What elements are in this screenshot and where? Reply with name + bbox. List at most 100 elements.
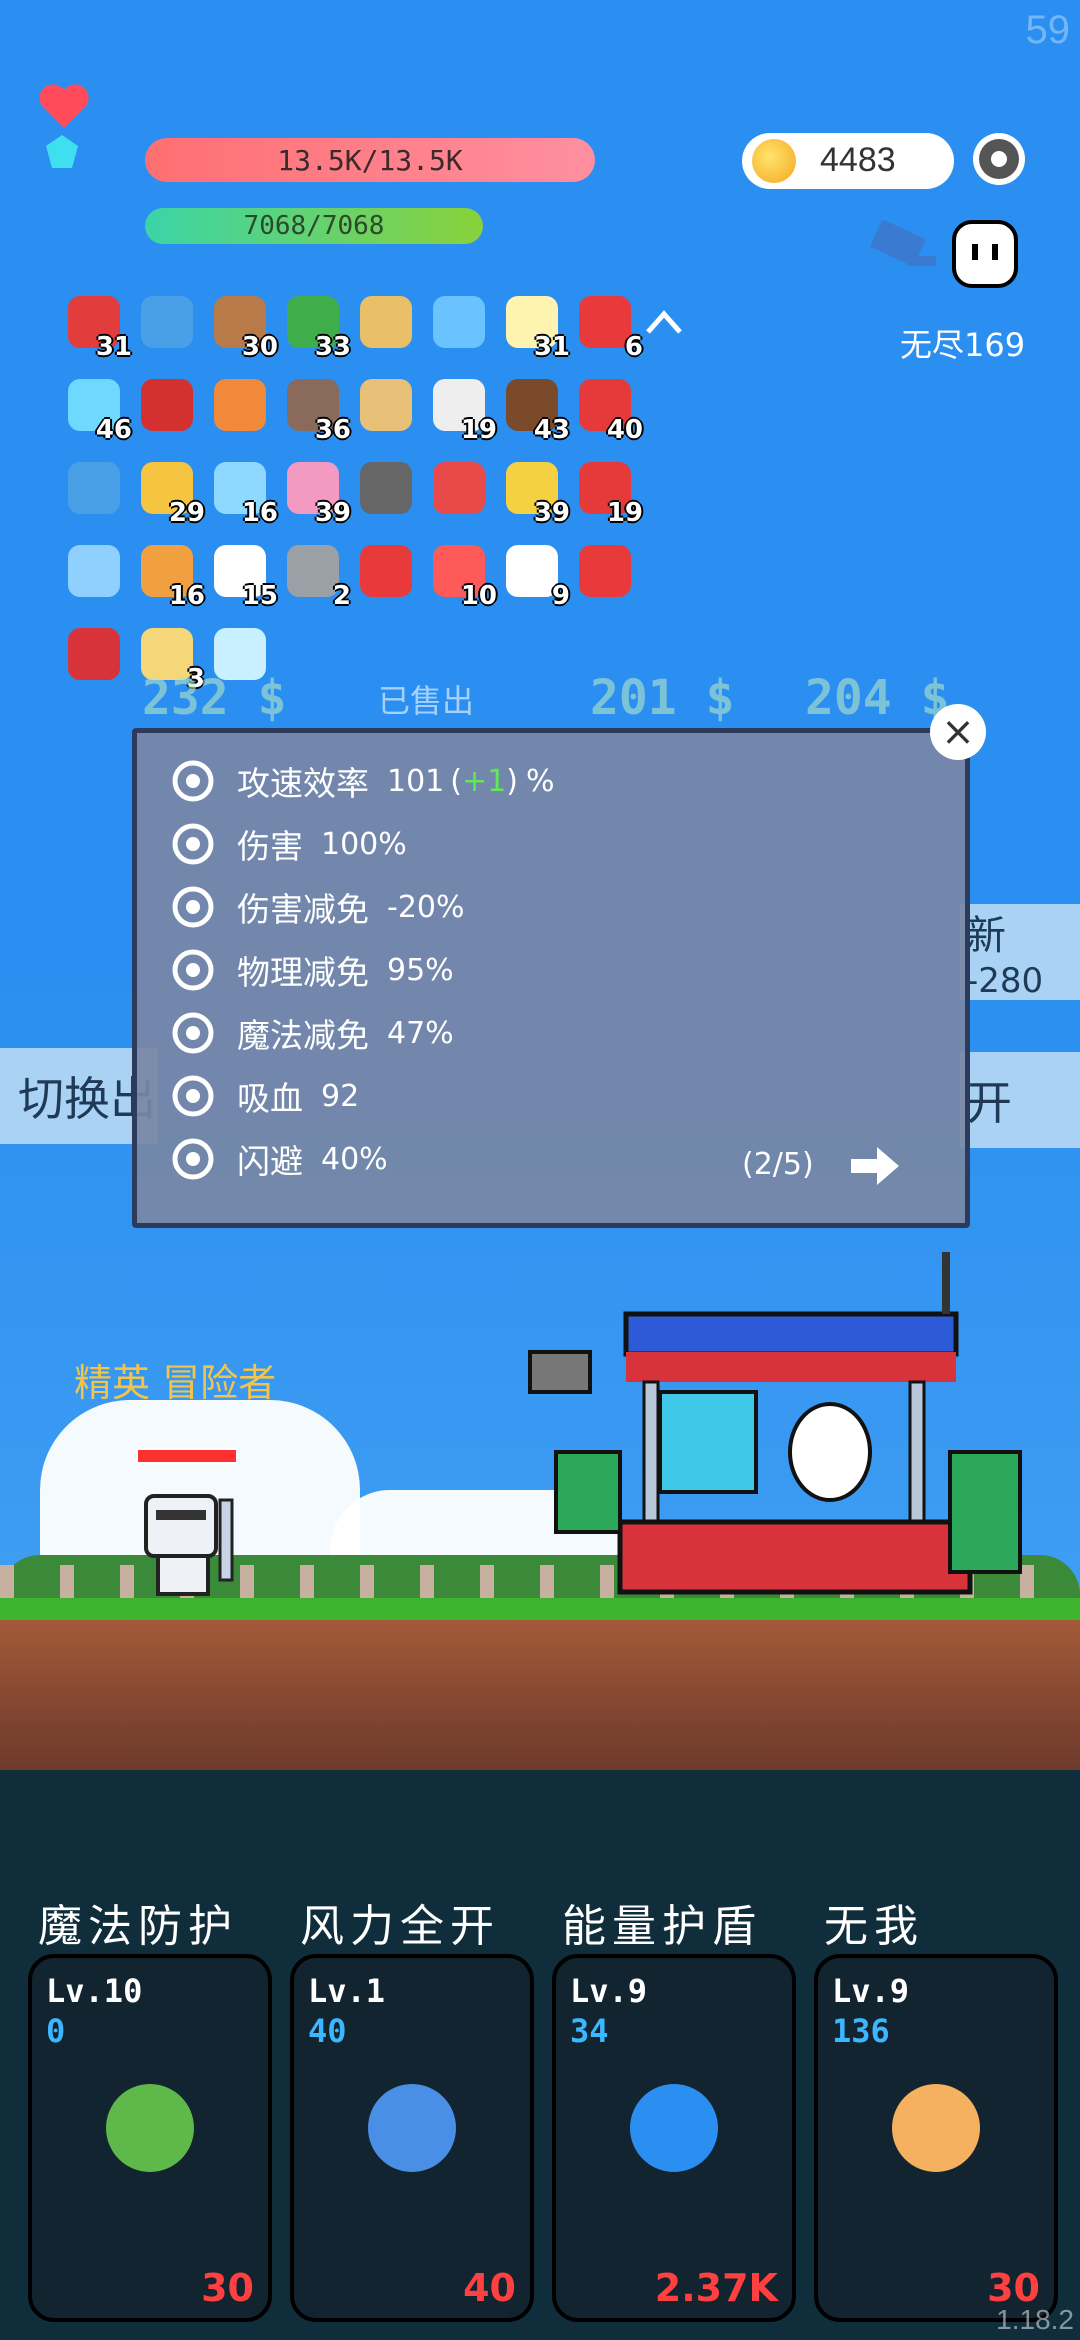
stat-row: 吸血 92: [167, 1068, 359, 1124]
skill-card[interactable]: Lv.9 136 30: [814, 1954, 1058, 2322]
open-button[interactable]: 开: [960, 1052, 1080, 1148]
item-count: 33: [314, 332, 351, 362]
shop-price-2: 201 $: [590, 670, 735, 726]
treasure-map-item[interactable]: [354, 290, 418, 354]
fps-counter: 59: [1025, 8, 1071, 52]
stat-label: 伤害减免: [237, 890, 369, 929]
thermometer-item[interactable]: [427, 456, 491, 520]
mp-bar: 7068/7068: [145, 208, 483, 244]
ghost-item[interactable]: 9: [500, 539, 570, 611]
skill-card[interactable]: Lv.9 34 2.37K: [552, 1954, 796, 2322]
treasure-map-icon: [360, 296, 412, 348]
bug-fish-icon[interactable]: [868, 219, 946, 280]
spiked-ball-item[interactable]: 2: [281, 539, 351, 611]
skill-value: 34: [570, 2012, 609, 2050]
stat-value: 101: [387, 763, 445, 799]
mushroom-icon: [579, 545, 631, 597]
refresh-shop-button[interactable]: 新 -280: [960, 904, 1080, 1001]
sock-item[interactable]: 19: [573, 456, 643, 528]
stat-label: 魔法减免: [237, 1016, 369, 1055]
potion-icon: [214, 379, 266, 431]
apple-item[interactable]: 31: [62, 290, 132, 362]
skill-cost: 30: [201, 2266, 254, 2310]
battery-item[interactable]: 39: [500, 456, 570, 528]
ice-cube-item[interactable]: [62, 539, 126, 603]
watermelon-item[interactable]: 33: [281, 290, 351, 362]
envelope-item[interactable]: 15: [208, 539, 278, 611]
strawberry-item[interactable]: 40: [573, 373, 643, 445]
eye-hand-icon: [876, 2068, 996, 2188]
magnifier-item[interactable]: [427, 290, 491, 354]
ice-cream-item[interactable]: 39: [281, 456, 351, 528]
mortar-icon: [360, 462, 412, 514]
shield-round-item[interactable]: 30: [208, 290, 278, 362]
shield-icon: [167, 944, 219, 996]
magnet-icon: [141, 379, 193, 431]
item-count: 36: [314, 415, 351, 445]
flower-item[interactable]: 31: [500, 290, 570, 362]
item-count: 31: [533, 332, 570, 362]
map-pin-item[interactable]: [354, 539, 418, 603]
stat-label: 吸血: [237, 1079, 303, 1118]
skill-name: 能量护盾: [562, 1901, 762, 1952]
bookmark-red-item[interactable]: 6: [573, 290, 643, 362]
skill-card[interactable]: Lv.10 0 30: [28, 1954, 272, 2322]
enemy-hp-bar: [136, 1448, 238, 1464]
ghost-mascot-icon[interactable]: [950, 218, 1020, 290]
star-card-icon: [141, 296, 193, 348]
hp-bar: 13.5K/13.5K: [145, 138, 595, 182]
bees-item[interactable]: 29: [135, 456, 205, 528]
stat-row: 魔法减免 47%: [167, 1005, 454, 1061]
mushroom-item[interactable]: [573, 539, 637, 603]
coin-icon: [752, 139, 796, 183]
feather-sword-item[interactable]: 46: [62, 373, 132, 445]
stat-paren: ): [506, 763, 518, 799]
scroll-item[interactable]: [354, 373, 418, 437]
dodge-icon: [167, 1133, 219, 1185]
item-count: 43: [533, 415, 570, 445]
shop-price-1: 232 $: [142, 670, 287, 726]
knight-enemy[interactable]: [138, 1490, 248, 1600]
merchant-cart[interactable]: [510, 1252, 1050, 1602]
gear-icon[interactable]: [968, 128, 1030, 190]
item-count: 15: [241, 581, 278, 611]
close-panel-button[interactable]: ×: [930, 704, 986, 760]
map-pin-icon: [360, 545, 412, 597]
book-item[interactable]: 16: [135, 539, 205, 611]
cat-bottle-item[interactable]: 16: [208, 456, 278, 528]
skill-cost: 40: [463, 2266, 516, 2310]
magnet-item[interactable]: [135, 373, 199, 437]
skill-name: 魔法防护: [38, 1901, 238, 1952]
coconut-item[interactable]: 43: [500, 373, 570, 445]
item-count: 6: [624, 332, 643, 362]
stat-value: 95%: [387, 952, 454, 988]
skill-level: Lv.9: [832, 1972, 910, 2010]
ice-cube-icon: [68, 545, 120, 597]
collapse-chevron-icon[interactable]: [644, 306, 684, 338]
skill-name: 无我: [824, 1901, 924, 1952]
stat-row: 物理减免 95%: [167, 942, 454, 998]
stat-value: 100%: [321, 826, 407, 862]
star-card-item[interactable]: [135, 290, 199, 354]
shuriken-icon: [68, 462, 120, 514]
next-page-arrow-icon[interactable]: [849, 1143, 901, 1189]
shuriken-item[interactable]: [62, 456, 126, 520]
stat-value: 40%: [321, 1141, 388, 1177]
skull-icon: [167, 1070, 219, 1122]
axes-icon: [167, 818, 219, 870]
potion-item[interactable]: [208, 373, 272, 437]
tombstone-item[interactable]: 36: [281, 373, 351, 445]
stat-label: 攻速效率: [237, 764, 369, 803]
mortar-item[interactable]: [354, 456, 418, 520]
skill-card[interactable]: Lv.1 40 40: [290, 1954, 534, 2322]
item-count: 16: [168, 581, 205, 611]
red-shield-item[interactable]: [62, 622, 126, 686]
skill-name: 风力全开: [300, 1901, 500, 1952]
pill-item[interactable]: 10: [427, 539, 497, 611]
stats-panel: 攻速效率 101(+1)% 伤害 100% 伤害减免 -20% 物理减免 95% 魔法减免 47%…: [132, 728, 970, 1228]
cards-item[interactable]: 19: [427, 373, 497, 445]
stat-label: 伤害: [237, 827, 303, 866]
stat-value: 47%: [387, 1015, 454, 1051]
dirt: [0, 1620, 1080, 1770]
stats-page-indicator: (2/5): [742, 1147, 814, 1182]
